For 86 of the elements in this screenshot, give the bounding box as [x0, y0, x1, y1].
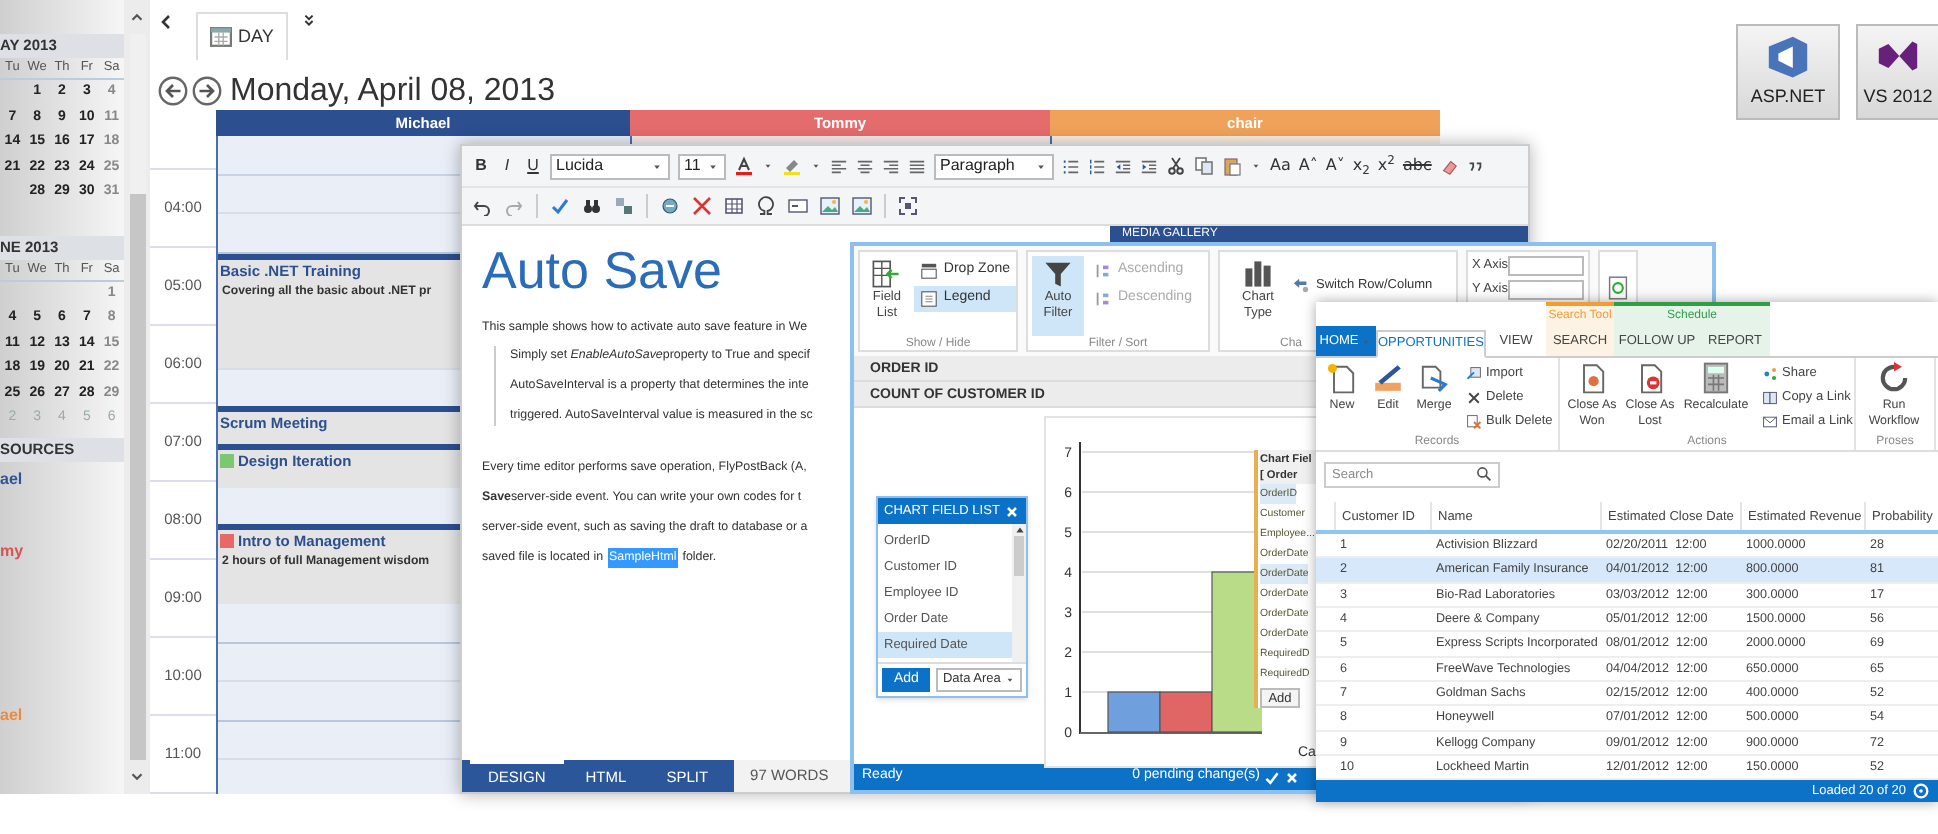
- merge-icon: [1418, 362, 1450, 394]
- cut-icon[interactable]: [1166, 156, 1186, 176]
- quote-icon[interactable]: [1465, 157, 1484, 175]
- eraser-icon[interactable]: [1439, 157, 1458, 175]
- paste-icon[interactable]: [1222, 156, 1242, 176]
- refresh-icon: [1878, 362, 1910, 394]
- scroll-thumb[interactable]: [129, 194, 145, 760]
- undo-icon[interactable]: [472, 196, 492, 216]
- day-view-tab[interactable]: DAY: [196, 12, 288, 60]
- share-icon: [1762, 365, 1778, 381]
- checkmark-icon[interactable]: [1264, 769, 1280, 785]
- calendar-icon: [210, 26, 232, 48]
- text-format-button[interactable]: Aa: [1270, 158, 1291, 174]
- calculator-icon: [1700, 362, 1732, 394]
- spellcheck-icon[interactable]: [550, 196, 570, 216]
- scrollbar[interactable]: [1012, 524, 1026, 662]
- delete-icon: [1466, 413, 1482, 429]
- import-icon: [1466, 365, 1482, 381]
- close-icon[interactable]: [1004, 503, 1020, 519]
- image-icon[interactable]: [852, 196, 872, 216]
- special-character-icon[interactable]: [756, 196, 776, 216]
- format-button[interactable]: U: [524, 154, 542, 178]
- field-list-icon: [872, 260, 901, 288]
- caret-icon: [1360, 335, 1373, 347]
- axis-field[interactable]: [1508, 280, 1584, 300]
- delete-icon: [1466, 389, 1482, 405]
- resource-label[interactable]: ael: [0, 469, 124, 489]
- justify-icon[interactable]: [908, 157, 926, 175]
- image-icon[interactable]: [820, 196, 840, 216]
- form-field-icon[interactable]: [788, 196, 808, 216]
- text-format-button[interactable]: abc: [1402, 158, 1432, 174]
- caret-icon[interactable]: [762, 160, 774, 172]
- previous-icon[interactable]: [156, 12, 176, 32]
- filter-icon: [1044, 260, 1072, 288]
- sort-descending-icon: [1094, 290, 1112, 308]
- bar: [1107, 691, 1161, 733]
- copy-icon[interactable]: [1194, 156, 1214, 176]
- email-icon: [1762, 413, 1778, 429]
- new-document-icon: [1326, 362, 1358, 394]
- dropdown[interactable]: Paragraph: [934, 153, 1054, 179]
- format-button[interactable]: I: [498, 154, 516, 178]
- align-right-icon[interactable]: [882, 157, 900, 175]
- pencil-icon: [1372, 362, 1404, 394]
- scroll-up-icon[interactable]: [128, 8, 146, 26]
- align-left-icon[interactable]: [830, 157, 848, 175]
- caret-icon[interactable]: [1250, 160, 1262, 172]
- text-format-button[interactable]: x$_{2}$: [1352, 158, 1370, 174]
- text-format-button[interactable]: A˅: [1325, 158, 1345, 174]
- caret-icon[interactable]: [810, 160, 822, 172]
- scroll-thumb[interactable]: [1014, 536, 1024, 576]
- remove-icon[interactable]: [692, 196, 712, 216]
- scrollbar[interactable]: [124, 0, 150, 794]
- dropdown[interactable]: 11: [678, 153, 726, 179]
- text-format-button[interactable]: x$^{2}$: [1377, 158, 1395, 174]
- format-button[interactable]: B: [472, 154, 490, 178]
- document-title: Auto Save: [482, 238, 722, 302]
- outdent-icon[interactable]: [1114, 157, 1132, 175]
- close-icon[interactable]: [1284, 769, 1300, 785]
- refresh-icon[interactable]: [1606, 276, 1630, 300]
- logo-label: ASP.NET: [1750, 84, 1826, 111]
- bulleted-list-icon[interactable]: [1062, 157, 1080, 175]
- date-title: Monday, April 08, 2013: [230, 72, 555, 110]
- drop-zone-icon: [919, 262, 938, 280]
- legend-icon: [919, 290, 938, 308]
- highlighter-icon[interactable]: [782, 156, 802, 176]
- align-center-icon[interactable]: [856, 157, 874, 175]
- fullscreen-icon[interactable]: [898, 196, 918, 216]
- table-icon[interactable]: [724, 196, 744, 216]
- caret-icon: [1004, 674, 1016, 686]
- axis-field[interactable]: [1508, 256, 1584, 276]
- find-icon[interactable]: [582, 196, 602, 216]
- font-color-icon[interactable]: [734, 156, 754, 176]
- framework-logo-icon: [1764, 32, 1812, 81]
- logo-label: VS 2012: [1863, 84, 1933, 111]
- swap-icon: [1292, 276, 1310, 295]
- scroll-down-icon[interactable]: [128, 768, 146, 786]
- copy-icon: [1762, 389, 1778, 405]
- text-format-button[interactable]: A˄: [1298, 158, 1318, 174]
- globe-icon[interactable]: [660, 196, 680, 216]
- dropdown[interactable]: Lucida: [550, 153, 670, 179]
- settings-icon[interactable]: [1912, 782, 1930, 801]
- expand-icon[interactable]: [299, 12, 318, 30]
- sort-ascending-icon: [1094, 262, 1112, 280]
- numbered-list-icon[interactable]: [1088, 157, 1106, 175]
- bar-chart-icon: [1244, 260, 1272, 288]
- indent-icon[interactable]: [1140, 157, 1158, 175]
